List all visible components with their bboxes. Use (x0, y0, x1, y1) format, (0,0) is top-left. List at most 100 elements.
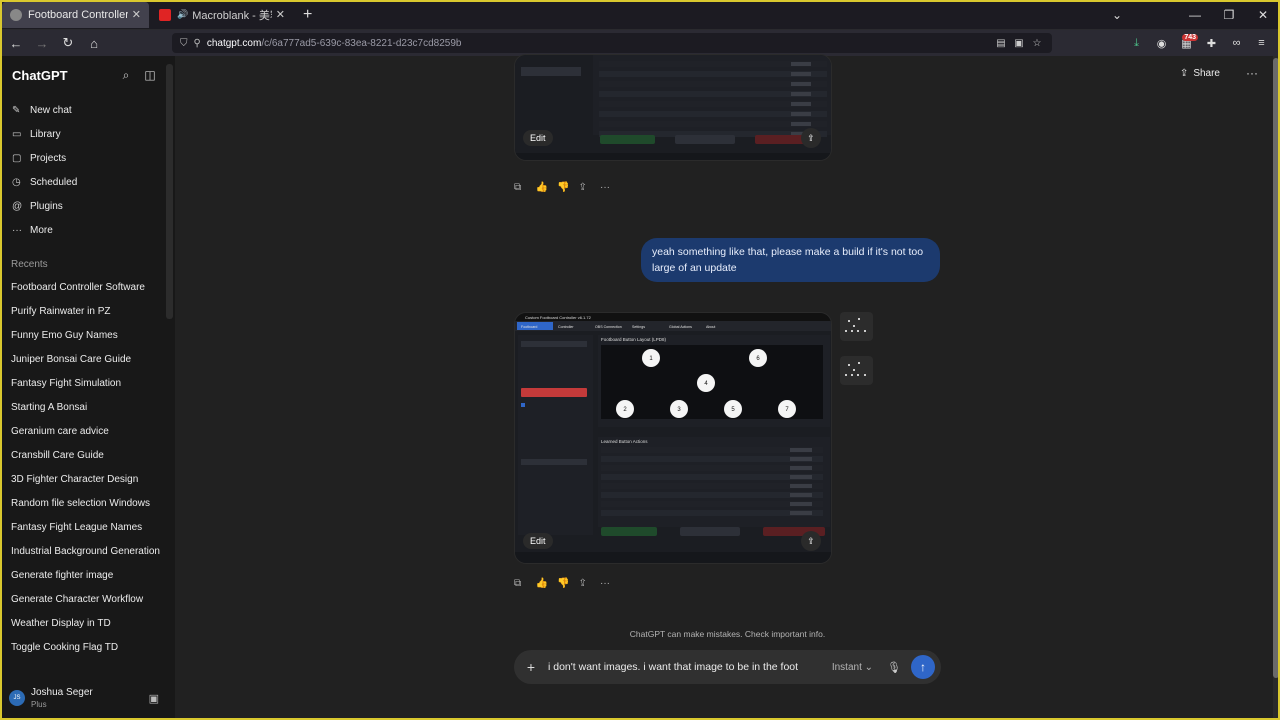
sidebar-item-label: Scheduled (30, 176, 78, 188)
recent-chat-item[interactable]: Starting A Bonsai (0, 396, 175, 420)
recent-chat-item[interactable]: Industrial Background Generation (0, 540, 175, 564)
tab-macroblank[interactable]: 🔊 Macroblank - 美容師 COLLE ✕ (151, 2, 293, 28)
recent-chat-item[interactable]: Purify Rainwater in PZ (0, 300, 175, 324)
recent-chat-item[interactable]: Footboard Controller Software (0, 276, 175, 300)
sidebar-scrollbar[interactable] (166, 64, 173, 319)
generated-image-1[interactable]: Edit ⇪ (514, 54, 832, 161)
prompt-input[interactable]: i don't want images. i want that image t… (548, 661, 832, 673)
edit-image-button[interactable]: Edit (523, 533, 553, 549)
recent-chat-item[interactable]: Juniper Bonsai Care Guide (0, 348, 175, 372)
image-thumbnail-2[interactable] (840, 356, 873, 385)
tab-list-chevron-icon[interactable]: ⌄ (1100, 8, 1134, 22)
microphone-icon[interactable]: 🎙 (887, 661, 901, 674)
more-options-icon[interactable]: ··· (1246, 66, 1258, 80)
share-image-icon[interactable]: ⇪ (801, 128, 821, 148)
sidebar-item-plugins[interactable]: @ Plugins (0, 194, 175, 218)
extension-icon[interactable]: ▦ 743 (1174, 33, 1199, 50)
glasses-icon[interactable]: ∞ (1224, 37, 1249, 49)
url-bar[interactable]: ⛉ ⚲ chatgpt.com/c/6a777ad5-639c-83ea-822… (172, 33, 1052, 53)
message-actions: ⧉ 👍 👎 ⇪ ··· (514, 578, 622, 589)
close-window-icon[interactable]: ✕ (1246, 8, 1280, 22)
model-selector[interactable]: Instant ⌄ (832, 662, 873, 673)
reload-icon[interactable]: ↻ (56, 35, 80, 51)
site-info-icon[interactable]: ⚲ (194, 38, 201, 49)
thumbs-up-icon[interactable]: 👍 (536, 182, 558, 193)
recent-chat-item[interactable]: Random file selection Windows (0, 492, 175, 516)
edit-image-button[interactable]: Edit (523, 130, 553, 146)
image-tab-label: Controller (558, 325, 574, 329)
recent-chat-item[interactable]: Cransbill Care Guide (0, 444, 175, 468)
image-app-title: Custom Footboard Controller v6.1.72 (525, 315, 592, 320)
tab-title: Footboard Controller Software (28, 8, 128, 21)
app-screenshot-image (515, 55, 831, 160)
home-icon[interactable]: ⌂ (82, 36, 106, 51)
copy-icon[interactable]: ⧉ (514, 182, 536, 193)
thumbs-up-icon[interactable]: 👍 (536, 578, 558, 589)
menu-icon[interactable]: ≡ (1249, 37, 1274, 49)
dots-icon: ··· (12, 224, 22, 236)
more-icon[interactable]: ··· (600, 182, 622, 193)
brand-title[interactable]: ChatGPT (12, 68, 114, 83)
recent-chat-item[interactable]: Generate fighter image (0, 564, 175, 588)
window-controls: ⌄ — ❐ ✕ (1100, 0, 1280, 30)
restore-icon[interactable]: ❐ (1212, 8, 1246, 22)
sidebar-item-more[interactable]: ··· More (0, 218, 175, 242)
search-icon[interactable]: ⌕ (114, 68, 138, 83)
new-tab-icon[interactable]: + (303, 6, 312, 24)
sidebar: ChatGPT ⌕ ◫ ✎ New chat ▭ Library ▢ Projects… (0, 56, 175, 720)
close-tab-icon[interactable]: ✕ (276, 8, 285, 21)
minimize-icon[interactable]: — (1178, 8, 1212, 22)
account-icon[interactable]: ◉ (1149, 37, 1174, 50)
share-icon[interactable]: ⇪ (579, 182, 601, 193)
sidebar-item-new-chat[interactable]: ✎ New chat (0, 98, 175, 122)
bookmark-star-icon[interactable]: ☆ (1028, 38, 1046, 49)
folder-icon: ▢ (12, 152, 22, 164)
apps-icon[interactable]: ▣ (149, 692, 159, 705)
user-profile[interactable]: JS Joshua Seger Plus ▣ (0, 676, 175, 720)
screenshot-icon[interactable]: ▣ (1010, 38, 1028, 49)
recent-chat-item[interactable]: Fantasy Fight Simulation (0, 372, 175, 396)
sidebar-item-scheduled[interactable]: ◷ Scheduled (0, 170, 175, 194)
main-scrollbar[interactable] (1273, 56, 1279, 720)
close-tab-icon[interactable]: ✕ (132, 8, 141, 21)
share-icon[interactable]: ⇪ (579, 578, 601, 589)
reader-view-icon[interactable]: ▤ (992, 38, 1010, 49)
image-thumbnail-1[interactable] (840, 312, 873, 341)
share-image-icon[interactable]: ⇪ (801, 531, 821, 551)
recent-chat-item[interactable]: Weather Display in TD (0, 612, 175, 636)
sidebar-nav: ✎ New chat ▭ Library ▢ Projects ◷ Scheduled … (0, 98, 175, 242)
sidebar-item-label: New chat (30, 104, 72, 116)
send-button[interactable]: ↑ (911, 655, 935, 679)
recent-chat-item[interactable]: 3D Fighter Character Design (0, 468, 175, 492)
shield-icon[interactable]: ⛉ (180, 38, 188, 49)
recent-chat-item[interactable]: Fantasy Fight League Names (0, 516, 175, 540)
sidebar-item-library[interactable]: ▭ Library (0, 122, 175, 146)
sidebar-item-label: Library (30, 128, 61, 140)
share-button[interactable]: ⇪ Share (1180, 68, 1220, 79)
recent-chat-item[interactable]: Toggle Cooking Flag TD (0, 636, 175, 660)
recent-chat-item[interactable]: Funny Emo Guy Names (0, 324, 175, 348)
tab-footboard[interactable]: Footboard Controller Software ✕ (2, 1, 149, 28)
speaker-icon[interactable]: 🔊 (177, 9, 188, 20)
url-host: chatgpt.com (206, 37, 262, 49)
generated-image-2[interactable]: Custom Footboard Controller v6.1.72 Foot… (514, 312, 832, 564)
thumbs-down-icon[interactable]: 👎 (557, 578, 579, 589)
tab-title: Macroblank - 美容師 COLLE (192, 9, 272, 22)
download-icon[interactable]: ⤓ (1124, 37, 1149, 50)
recent-chat-item[interactable]: Geranium care advice (0, 420, 175, 444)
image-layout-title: Footboard Button Layout (LPD8) (601, 337, 667, 342)
image-tab-label: Settings (632, 325, 645, 329)
back-icon[interactable]: ← (4, 36, 28, 51)
more-icon[interactable]: ··· (600, 578, 622, 589)
forward-icon[interactable]: → (30, 36, 54, 51)
copy-icon[interactable]: ⧉ (514, 578, 536, 589)
image-actions-title: Learned Button Actions (601, 439, 648, 444)
add-attachment-icon[interactable]: + (514, 659, 548, 675)
puzzle-extensions-icon[interactable]: ✚ (1199, 37, 1224, 50)
recent-chat-item[interactable]: Generate Character Workflow (0, 588, 175, 612)
sidebar-item-projects[interactable]: ▢ Projects (0, 146, 175, 170)
thumbs-down-icon[interactable]: 👎 (557, 182, 579, 193)
sidebar-header: ChatGPT ⌕ ◫ (0, 56, 175, 94)
scroll-thumb[interactable] (1273, 58, 1279, 678)
sidebar-toggle-icon[interactable]: ◫ (138, 68, 162, 82)
